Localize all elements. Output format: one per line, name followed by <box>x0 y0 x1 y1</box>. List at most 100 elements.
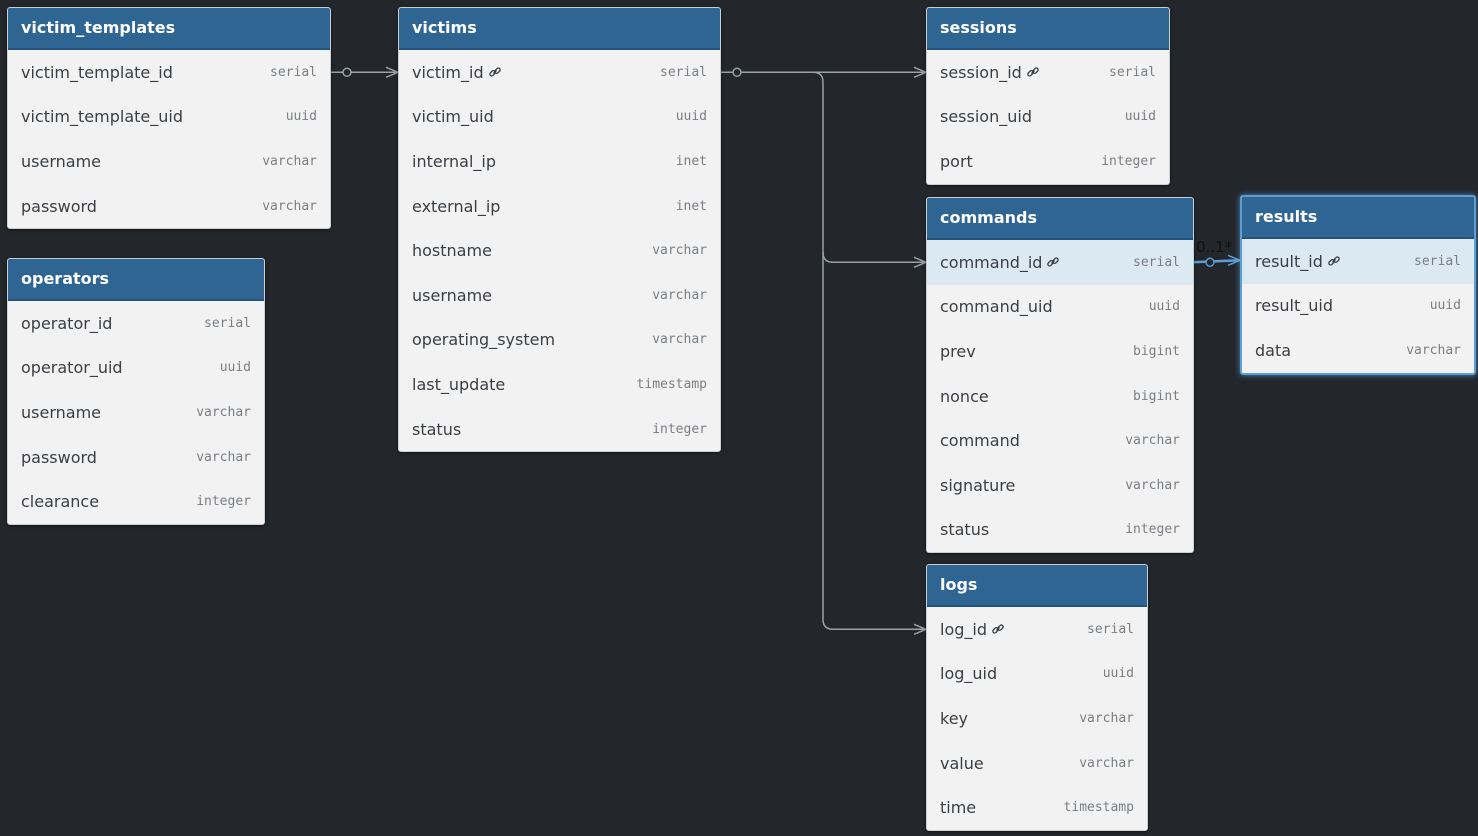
field-row[interactable]: operator_uid uuid <box>8 346 264 391</box>
link-icon <box>1026 64 1040 78</box>
field-row[interactable]: port integer <box>927 139 1169 184</box>
link-end-crowfoot <box>1227 254 1241 266</box>
field-type: uuid <box>675 109 707 125</box>
table-header[interactable]: operators <box>8 259 264 301</box>
link-end-crowfoot <box>913 623 927 635</box>
table-commands[interactable]: commands command_id serial command_uid uuid… <box>926 197 1194 554</box>
field-row[interactable]: status integer <box>399 407 720 452</box>
field-name: port <box>940 152 973 171</box>
field-row[interactable]: username varchar <box>399 273 720 318</box>
field-type: varchar <box>1125 477 1180 493</box>
field-row[interactable]: command varchar <box>927 418 1193 463</box>
field-name: command_id <box>940 253 1060 272</box>
field-name-text: log_id <box>940 619 987 639</box>
field-name-text: data <box>1255 340 1292 360</box>
field-row[interactable]: victim_id serial <box>399 50 720 95</box>
field-name-text: value <box>940 753 984 773</box>
field-row[interactable]: value varchar <box>927 741 1147 786</box>
field-row[interactable]: nonce bigint <box>927 374 1193 419</box>
field-row[interactable]: victim_template_id serial <box>8 50 330 95</box>
field-row[interactable]: victim_uid uuid <box>399 95 720 140</box>
field-row[interactable]: status integer <box>927 508 1193 553</box>
field-row[interactable]: password varchar <box>8 184 330 229</box>
field-name-text: time <box>940 798 977 818</box>
field-type: uuid <box>1102 666 1134 682</box>
field-name-text: username <box>21 151 101 171</box>
diagram-canvas[interactable]: victim_templates victim_template_id seria… <box>0 0 1478 836</box>
field-row[interactable]: data varchar <box>1242 328 1474 373</box>
field-name-text: key <box>940 708 969 728</box>
field-name-text: result_uid <box>1255 296 1334 316</box>
field-name: username <box>21 403 101 422</box>
field-name-text: session_uid <box>940 107 1032 127</box>
field-type: uuid <box>1124 109 1156 125</box>
field-row[interactable]: command_id serial <box>927 240 1193 285</box>
field-name-text: status <box>940 520 990 540</box>
field-row[interactable]: session_uid uuid <box>927 95 1169 140</box>
field-row[interactable]: key varchar <box>927 696 1147 741</box>
field-row[interactable]: prev bigint <box>927 329 1193 374</box>
link-end-crowfoot <box>913 256 927 268</box>
field-row[interactable]: username varchar <box>8 139 330 184</box>
field-row[interactable]: external_ip inet <box>399 184 720 229</box>
field-row[interactable]: internal_ip inet <box>399 139 720 184</box>
field-name: log_uid <box>940 664 997 683</box>
table-victim-templates[interactable]: victim_templates victim_template_id seria… <box>7 7 331 230</box>
link-icon <box>1046 254 1060 268</box>
field-name-text: log_uid <box>940 664 998 684</box>
field-row[interactable]: session_id serial <box>927 50 1169 95</box>
field-type: serial <box>204 315 251 331</box>
table-header[interactable]: victim_templates <box>8 8 330 50</box>
table-header[interactable]: sessions <box>927 8 1169 50</box>
field-row[interactable]: last_update timestamp <box>399 362 720 407</box>
table-sessions[interactable]: sessions session_id serial session_uid uuid… <box>926 7 1170 185</box>
table-header[interactable]: results <box>1242 197 1474 239</box>
field-name-text: password <box>21 196 97 216</box>
field-type: serial <box>1414 253 1461 269</box>
field-row[interactable]: command_uid uuid <box>927 285 1193 330</box>
field-type: inet <box>675 153 707 169</box>
field-row[interactable]: log_id serial <box>927 607 1147 652</box>
field-name: data <box>1255 341 1291 360</box>
field-name-text: clearance <box>21 492 100 512</box>
field-name: command_uid <box>940 297 1053 316</box>
field-row[interactable]: operating_system varchar <box>399 318 720 363</box>
field-type: integer <box>652 421 707 437</box>
field-row[interactable]: log_uid uuid <box>927 652 1147 697</box>
field-type: serial <box>1109 64 1156 80</box>
table-header[interactable]: victims <box>399 8 720 50</box>
field-name: result_id <box>1255 252 1341 271</box>
table-operators[interactable]: operators operator_id serial operator_uid u… <box>7 258 265 525</box>
field-row[interactable]: password varchar <box>8 435 264 480</box>
table-results[interactable]: results result_id serial result_uid uuid dat… <box>1240 195 1476 375</box>
field-name: victim_id <box>412 63 502 82</box>
field-type: serial <box>660 64 707 80</box>
field-type: uuid <box>1148 299 1180 315</box>
field-type: integer <box>1125 522 1180 538</box>
link-icon <box>488 64 502 78</box>
field-type: timestamp <box>1063 800 1134 816</box>
table-header[interactable]: logs <box>927 565 1147 607</box>
field-name: victim_template_uid <box>21 107 183 126</box>
field-row[interactable]: signature varchar <box>927 463 1193 508</box>
field-name-text: status <box>412 419 462 439</box>
field-row[interactable]: time timestamp <box>927 785 1147 830</box>
field-row[interactable]: victim_template_uid uuid <box>8 95 330 140</box>
field-type: varchar <box>1079 755 1134 771</box>
field-row[interactable]: username varchar <box>8 390 264 435</box>
table-header[interactable]: commands <box>927 198 1193 240</box>
field-name: operator_id <box>21 314 112 333</box>
field-row[interactable]: operator_id serial <box>8 301 264 346</box>
field-row[interactable]: result_id serial <box>1242 239 1474 284</box>
field-name-text: command_id <box>940 252 1043 272</box>
table-victims[interactable]: victims victim_id serial victim_uid uuid int… <box>398 7 721 453</box>
field-name: external_ip <box>412 197 500 216</box>
link-end-circle <box>1205 257 1215 268</box>
field-name-text: username <box>412 285 492 305</box>
field-row[interactable]: clearance integer <box>8 479 264 524</box>
link-victims-commands <box>812 71 926 264</box>
field-name: victim_template_id <box>21 63 173 82</box>
table-logs[interactable]: logs log_id serial log_uid uuid key varchar va… <box>926 564 1148 831</box>
field-row[interactable]: hostname varchar <box>399 228 720 273</box>
field-row[interactable]: result_uid uuid <box>1242 284 1474 329</box>
